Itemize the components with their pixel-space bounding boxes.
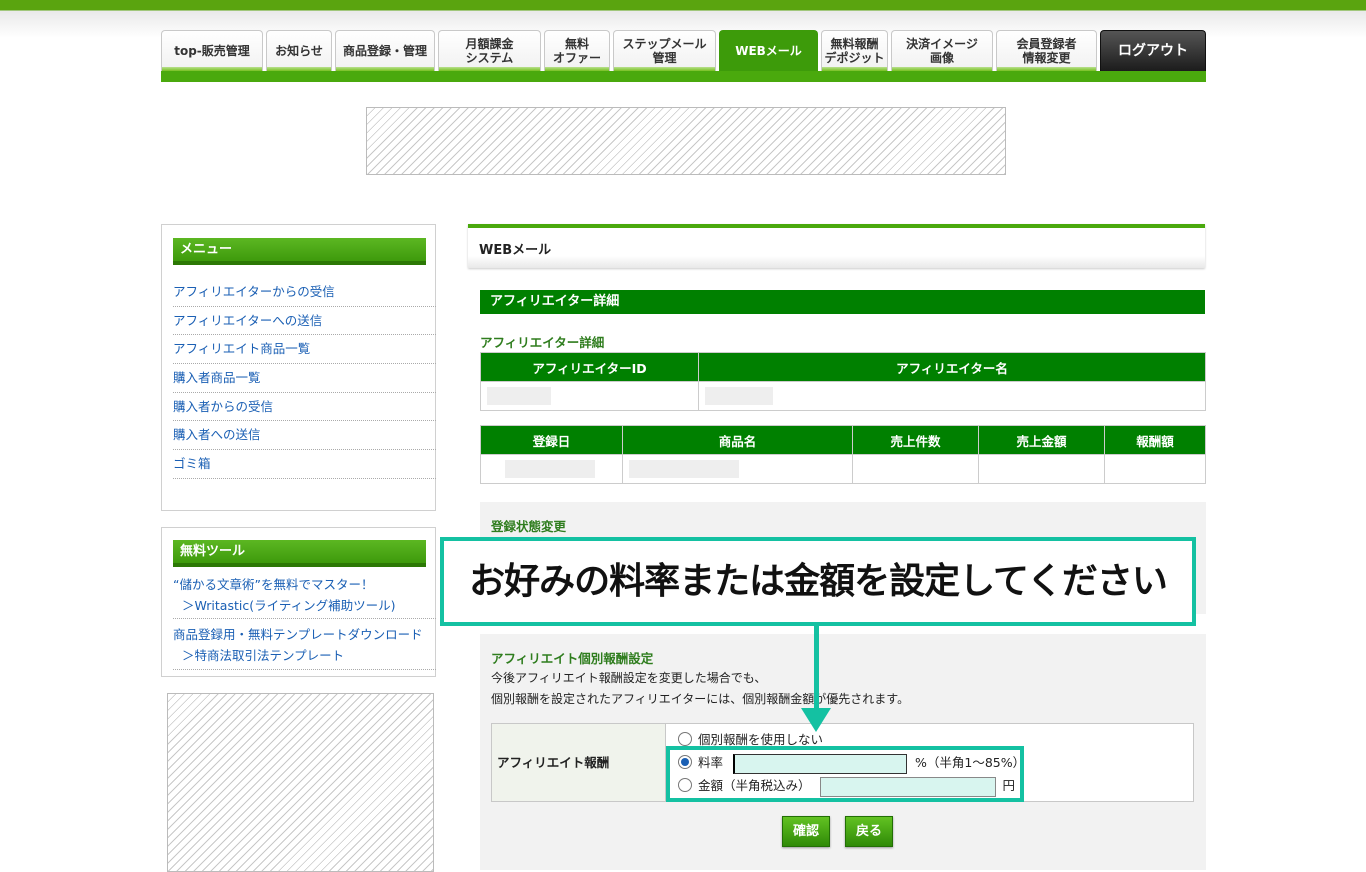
option-amount-row: 金額（半角税込み） 円 xyxy=(678,775,1015,797)
tab-free-reward-deposit[interactable]: 無料報酬 デポジット xyxy=(821,30,888,71)
tool-link-template[interactable]: 商品登録用・無料テンプレートダウンロード ＞特商法取引法テンプレート xyxy=(173,624,436,666)
sales-table: 登録日 商品名 売上件数 売上金額 報酬額 xyxy=(480,425,1206,484)
tool-link-writastic[interactable]: “儲かる文章術”を無料でマスター！ ＞Writastic(ライティング補助ツール… xyxy=(173,574,436,616)
radio-rate[interactable] xyxy=(678,754,692,769)
redacted-value xyxy=(487,387,551,405)
option-amount-label: 金額（半角税込み） xyxy=(698,778,811,793)
divider xyxy=(173,618,436,619)
option-none-row: 個別報酬を使用しない xyxy=(678,729,823,751)
reward-label: アフィリエイト報酬 xyxy=(492,724,666,801)
table-row xyxy=(480,381,1206,411)
redacted-value xyxy=(705,387,773,405)
tool-link-sub: ＞特商法取引法テンプレート xyxy=(182,648,345,663)
table-row xyxy=(480,454,1206,484)
banner-placeholder xyxy=(366,107,1006,175)
affiliate-id-cell xyxy=(480,381,699,411)
tab-top-sales[interactable]: top-販売管理 xyxy=(161,30,263,71)
amount-suffix: 円 xyxy=(1002,778,1015,793)
option-none-label: 個別報酬を使用しない xyxy=(698,732,824,747)
table-cell xyxy=(852,454,979,484)
menu-item-buyer-inbox[interactable]: 購入者からの受信 xyxy=(173,393,436,422)
callout-arrow-head xyxy=(801,708,831,732)
back-button[interactable]: 戻る xyxy=(845,816,893,847)
rate-suffix: %（半角1〜85%） xyxy=(914,755,1026,770)
rate-input[interactable] xyxy=(733,753,907,774)
tab-news[interactable]: お知らせ xyxy=(266,30,332,71)
reward-note-line1: 今後アフィリエイト報酬設定を変更した場合でも、 xyxy=(491,671,767,685)
menu-item-affiliate-inbox[interactable]: アフィリエイターからの受信 xyxy=(173,278,436,307)
confirm-button[interactable]: 確認 xyxy=(782,816,830,847)
radio-amount[interactable] xyxy=(678,777,692,792)
tab-web-mail[interactable]: WEBメール xyxy=(719,30,818,71)
free-tools-box: 無料ツール “儲かる文章術”を無料でマスター！ ＞Writastic(ライティン… xyxy=(161,527,436,677)
table-cell xyxy=(622,454,853,484)
tool-link-sub: ＞Writastic(ライティング補助ツール) xyxy=(182,598,396,613)
redacted-value xyxy=(629,460,739,478)
menu-list: アフィリエイターからの受信 アフィリエイターへの送信 アフィリエイト商品一覧 購… xyxy=(173,278,436,479)
tab-member-info[interactable]: 会員登録者 情報変更 xyxy=(996,30,1097,71)
column-header: 売上件数 xyxy=(852,425,979,455)
menu-item-buyer-send[interactable]: 購入者への送信 xyxy=(173,421,436,451)
tab-payment-image[interactable]: 決済イメージ 画像 xyxy=(891,30,993,71)
instruction-callout: お好みの料率または金額を設定してください xyxy=(440,537,1196,626)
section-bar: アフィリエイター詳細 xyxy=(480,290,1205,314)
column-header: 登録日 xyxy=(480,425,623,455)
page-title: WEBメール xyxy=(468,224,1205,268)
detail-heading: アフィリエイター詳細 xyxy=(480,335,605,350)
reward-settings-table: アフィリエイト報酬 個別報酬を使用しない 料率 %（半角1〜85%） 金額（半角… xyxy=(491,723,1194,802)
tool-link-line: 商品登録用・無料テンプレートダウンロード xyxy=(173,627,423,642)
side-ad-placeholder xyxy=(167,693,434,872)
column-header: 売上金額 xyxy=(978,425,1105,455)
table-cell xyxy=(480,454,623,484)
table-cell xyxy=(978,454,1105,484)
logout-button[interactable]: ログアウト xyxy=(1100,30,1206,71)
affiliate-name-cell xyxy=(698,381,1206,411)
table-header-row: 登録日 商品名 売上件数 売上金額 報酬額 xyxy=(480,425,1206,455)
status-heading: 登録状態変更 xyxy=(491,519,567,534)
tab-product-management[interactable]: 商品登録・管理 xyxy=(335,30,435,71)
tool-link-line: “儲かる文章術”を無料でマスター！ xyxy=(173,577,374,592)
reward-heading: アフィリエイト個別報酬設定 xyxy=(491,651,654,666)
column-header: アフィリエイターID xyxy=(480,352,699,382)
divider xyxy=(173,669,436,670)
tools-title: 無料ツール xyxy=(173,540,426,567)
table-cell xyxy=(1104,454,1206,484)
nav-underline xyxy=(161,71,1206,82)
menu-item-affiliate-products[interactable]: アフィリエイト商品一覧 xyxy=(173,335,436,365)
menu-item-buyer-products[interactable]: 購入者商品一覧 xyxy=(173,364,436,393)
reward-note-line2: 個別報酬を設定されたアフィリエイターには、個別報酬金額が優先されます。 xyxy=(491,692,910,706)
sidebar-menu: メニュー アフィリエイターからの受信 アフィリエイターへの送信 アフィリエイト商… xyxy=(161,224,436,511)
menu-item-trash[interactable]: ゴミ箱 xyxy=(173,450,436,479)
tab-monthly-billing[interactable]: 月額課金 システム xyxy=(438,30,541,71)
redacted-value xyxy=(505,460,595,478)
menu-item-affiliate-send[interactable]: アフィリエイターへの送信 xyxy=(173,307,436,336)
main-nav-tabs: top-販売管理 お知らせ 商品登録・管理 月額課金 システム 無料 オファー … xyxy=(161,30,1206,71)
radio-no-individual-reward[interactable] xyxy=(678,731,692,746)
amount-input[interactable] xyxy=(819,776,996,797)
menu-title: メニュー xyxy=(173,238,426,265)
table-header-row: アフィリエイターID アフィリエイター名 xyxy=(480,352,1206,382)
column-header: 商品名 xyxy=(622,425,853,455)
affiliate-table: アフィリエイターID アフィリエイター名 xyxy=(480,352,1206,411)
option-rate-row: 料率 %（半角1〜85%） xyxy=(678,752,1025,774)
column-header: 報酬額 xyxy=(1104,425,1206,455)
option-rate-label: 料率 xyxy=(698,755,724,770)
column-header: アフィリエイター名 xyxy=(698,352,1206,382)
tab-step-mail[interactable]: ステップメール 管理 xyxy=(613,30,716,71)
tab-free-offer[interactable]: 無料 オファー xyxy=(544,30,610,71)
callout-arrow-line xyxy=(814,626,819,716)
